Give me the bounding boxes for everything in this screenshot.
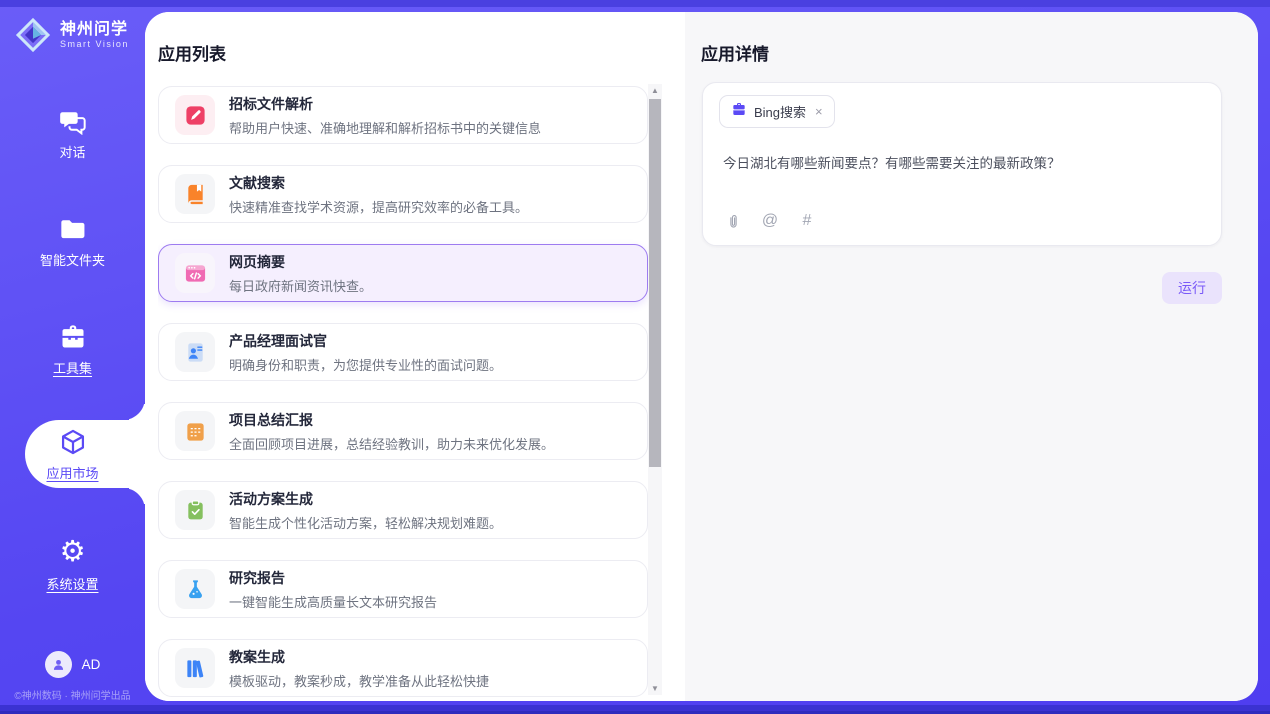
app-list-item[interactable]: 网页摘要 每日政府新闻资讯快查。: [158, 244, 648, 302]
clipboard-check-icon: [175, 490, 215, 530]
book-icon: [175, 174, 215, 214]
calendar-note-icon: [175, 411, 215, 451]
run-button[interactable]: 运行: [1162, 272, 1222, 304]
app-name: 网页摘要: [229, 252, 372, 272]
prompt-card: Bing搜索 × 今日湖北有哪些新闻要点？有哪些需要关注的最新政策？ @ #: [702, 82, 1222, 246]
scroll-up-arrow-icon[interactable]: ▲: [648, 84, 662, 97]
app-name: 教案生成: [229, 647, 489, 667]
app-description: 智能生成个性化活动方案，轻松解决规划难题。: [229, 513, 502, 532]
sidebar-item-app-market[interactable]: 应用市场: [0, 420, 145, 488]
app-name: 文献搜索: [229, 173, 528, 193]
paperclip-icon[interactable]: [723, 211, 743, 231]
app-description: 每日政府新闻资讯快查。: [229, 276, 372, 295]
brand-name: 神州问学: [60, 21, 129, 39]
sidebar-item-chat[interactable]: 对话: [0, 96, 145, 164]
app-description: 模板驱动，教案秒成，教学准备从此轻松快捷: [229, 671, 489, 690]
sidebar-item-smart-folder[interactable]: 智能文件夹: [0, 204, 145, 272]
books-icon: [175, 648, 215, 688]
app-name: 活动方案生成: [229, 489, 502, 509]
app-list-item[interactable]: 文献搜索 快速精准查找学术资源，提高研究效率的必备工具。: [158, 165, 648, 223]
diamond-logo-icon: [14, 16, 52, 54]
app-description: 一键智能生成高质量长文本研究报告: [229, 592, 437, 611]
app-name: 研究报告: [229, 568, 437, 588]
cube-icon: [58, 427, 88, 457]
tool-chip-label: Bing搜索: [754, 102, 806, 121]
scroll-down-arrow-icon[interactable]: ▼: [648, 682, 662, 695]
mention-icon[interactable]: @: [760, 211, 780, 231]
window-top-edge: [0, 0, 1270, 7]
report-icon: [175, 569, 215, 609]
user-account[interactable]: AD: [0, 651, 145, 678]
app-list-item[interactable]: 活动方案生成 智能生成个性化活动方案，轻松解决规划难题。: [158, 481, 648, 539]
sidebar-item-toolset[interactable]: 工具集: [0, 312, 145, 380]
app-list: 招标文件解析 帮助用户快速、准确地理解和解析招标书中的关键信息 文献搜索 快速精…: [158, 86, 648, 701]
toolbox-icon: [58, 322, 88, 352]
gear-icon: ⚙: [58, 538, 88, 568]
app-description: 快速精准查找学术资源，提高研究效率的必备工具。: [229, 197, 528, 216]
window-bottom-edge: [0, 705, 1270, 714]
app-detail-title: 应用详情: [701, 40, 769, 65]
main-card: 应用列表 招标文件解析 帮助用户快速、准确地理解和解析招标书中的关键信息 文献搜…: [145, 12, 1258, 701]
sidebar-nav: 对话 智能文件夹 工具集 应用市场 ⚙ 系统设置: [0, 96, 145, 636]
prompt-input[interactable]: 今日湖北有哪些新闻要点？有哪些需要关注的最新政策？: [723, 152, 1201, 172]
browser-code-icon: [175, 253, 215, 293]
close-icon[interactable]: ×: [813, 104, 823, 119]
app-list-item[interactable]: 产品经理面试官 明确身份和职责，为您提供专业性的面试问题。: [158, 323, 648, 381]
app-list-title: 应用列表: [158, 40, 226, 65]
briefcase-icon: [731, 101, 747, 122]
app-description: 全面回顾项目进展，总结经验教训，助力未来优化发展。: [229, 434, 554, 453]
brand-subtitle: Smart Vision: [60, 39, 129, 49]
tool-chip-bing-search[interactable]: Bing搜索 ×: [719, 95, 835, 128]
app-description: 帮助用户快速、准确地理解和解析招标书中的关键信息: [229, 118, 541, 137]
sidebar-footer: ©神州数码 · 神州问学出品: [0, 687, 145, 702]
folder-icon: [58, 214, 88, 244]
app-name: 项目总结汇报: [229, 410, 554, 430]
app-name: 招标文件解析: [229, 94, 541, 114]
hash-icon[interactable]: #: [797, 211, 817, 231]
edit-square-icon: [175, 95, 215, 135]
chat-icon: [58, 106, 88, 136]
avatar: [45, 651, 72, 678]
app-list-item[interactable]: 项目总结汇报 全面回顾项目进展，总结经验教训，助力未来优化发展。: [158, 402, 648, 460]
app-description: 明确身份和职责，为您提供专业性的面试问题。: [229, 355, 502, 374]
user-name: AD: [82, 657, 101, 672]
app-list-item[interactable]: 研究报告 一键智能生成高质量长文本研究报告: [158, 560, 648, 618]
interviewer-icon: [175, 332, 215, 372]
app-detail-panel: 应用详情 Bing搜索 × 今日湖北有哪些新闻要点？有哪些需要关注的最新政策？ …: [685, 12, 1258, 701]
app-list-item[interactable]: 招标文件解析 帮助用户快速、准确地理解和解析招标书中的关键信息: [158, 86, 648, 144]
brand: 神州问学 Smart Vision: [0, 0, 145, 54]
app-list-item[interactable]: 教案生成 模板驱动，教案秒成，教学准备从此轻松快捷: [158, 639, 648, 697]
person-icon: [50, 656, 67, 673]
sidebar: 神州问学 Smart Vision 对话 智能文件夹 工具集 应用市场: [0, 0, 145, 714]
scrollbar[interactable]: ▲ ▼: [648, 84, 662, 695]
app-name: 产品经理面试官: [229, 331, 502, 351]
app-list-panel: 应用列表 招标文件解析 帮助用户快速、准确地理解和解析招标书中的关键信息 文献搜…: [145, 12, 685, 701]
composer-toolbar: @ #: [723, 211, 817, 231]
scrollbar-thumb[interactable]: [649, 99, 661, 467]
sidebar-item-system-settings[interactable]: ⚙ 系统设置: [0, 528, 145, 596]
